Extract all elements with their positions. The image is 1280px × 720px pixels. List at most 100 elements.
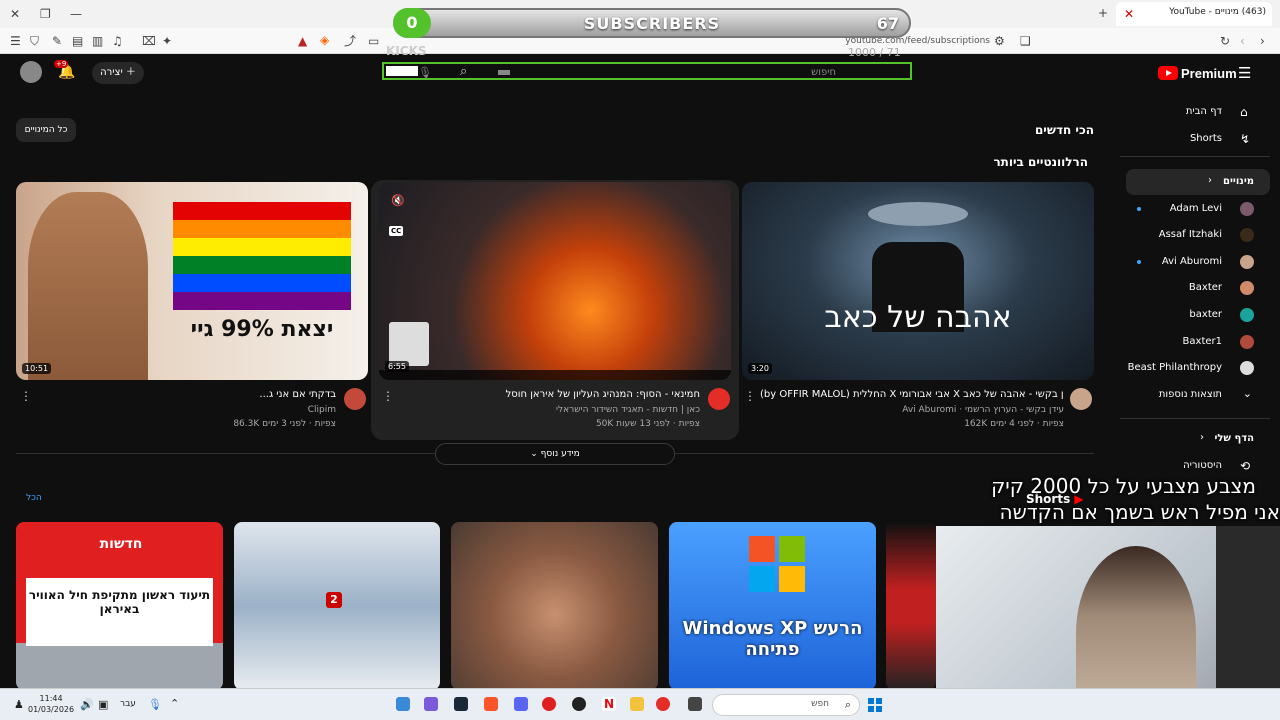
app-icon[interactable] xyxy=(424,697,438,711)
steam-icon[interactable] xyxy=(454,697,468,711)
short-thumbnail[interactable]: 2 xyxy=(234,522,440,690)
new-tab-icon[interactable]: + xyxy=(1098,7,1108,19)
tab-close-icon[interactable]: ✕ xyxy=(1124,8,1134,20)
sidebar-item-label: מינויים xyxy=(1223,176,1254,187)
language-indicator[interactable]: עבר xyxy=(120,699,136,709)
sidebar-item-home[interactable]: דף הבית ⌂ xyxy=(1120,99,1270,125)
all-subscriptions-chip[interactable]: כל המינויים xyxy=(16,118,76,142)
sidebar-sub-avi-aburomi[interactable]: Avi Aburomi xyxy=(1120,249,1270,275)
shield-icon[interactable]: ⛉ xyxy=(30,35,39,47)
sidebar-item-label: Baxter xyxy=(1188,282,1222,293)
taskbar-search[interactable]: חפש ⌕ xyxy=(712,694,860,716)
bookmark-icon[interactable]: ❑ xyxy=(1020,35,1031,47)
forward-icon[interactable]: › xyxy=(1260,35,1265,47)
sidebar-item-label: Beast Philanthropy xyxy=(1127,362,1222,373)
video-thumbnail[interactable]: 6:55 🔇 CC xyxy=(379,182,731,380)
screenshot-icon[interactable]: ⌧ xyxy=(142,35,156,47)
video-duration: 6:55 xyxy=(385,361,409,372)
menu-icon[interactable]: ☰ xyxy=(10,35,21,47)
sidebar-sub-assaf-itzhaki[interactable]: Assaf Itzhaki xyxy=(1120,222,1270,248)
subscriber-goal-bar: 0 SUBSCRIBERS 67 xyxy=(393,8,911,38)
pin-icon[interactable]: ✎ xyxy=(52,35,62,47)
cast-icon[interactable]: ▭ xyxy=(368,35,379,47)
kicks-label: KICKS xyxy=(386,44,427,58)
sidebar-item-shorts[interactable]: Shorts ↯ xyxy=(1120,126,1270,152)
sidebar-you-header[interactable]: הדף שלי › xyxy=(1120,426,1270,452)
site-settings-icon[interactable]: ⚙ xyxy=(994,35,1005,47)
chevron-right-icon: › xyxy=(1200,432,1204,443)
back-icon[interactable]: ‹ xyxy=(1240,35,1245,47)
minimize-window-icon[interactable]: — xyxy=(70,8,82,20)
aria-icon[interactable]: ▲ xyxy=(298,35,307,47)
app-icon[interactable] xyxy=(688,697,702,711)
app-icon[interactable] xyxy=(396,697,410,711)
channel-avatar xyxy=(1240,228,1254,242)
youtube-music-icon[interactable] xyxy=(542,697,556,711)
sidebar-icon[interactable]: ▥ xyxy=(92,35,103,47)
extensions-icon[interactable]: ✦ xyxy=(162,35,172,47)
share-icon[interactable]: ⤴ xyxy=(344,35,356,47)
view-all-link[interactable]: הכל xyxy=(26,493,42,503)
clock[interactable]: 11:44 01/03/2026 xyxy=(28,693,74,715)
network-icon[interactable]: ▣ xyxy=(98,698,108,711)
app-icon[interactable] xyxy=(656,697,670,711)
video-channel[interactable]: כאן | חדשות - תאגיד השידור הישראלי xyxy=(400,405,700,415)
search-input[interactable]: חיפוש xyxy=(790,67,836,78)
show-more-label: מידע נוסף xyxy=(540,449,580,459)
chevron-up-icon[interactable]: ⌃ xyxy=(170,697,179,710)
chevron-down-icon: ⌄ xyxy=(1242,387,1252,400)
youtube-logo[interactable]: Premium xyxy=(1158,64,1237,82)
mic-icon[interactable]: 🎙 xyxy=(418,66,432,79)
mic-icon[interactable]: 🎙 xyxy=(148,698,162,711)
create-button[interactable]: יצירה ＋ xyxy=(92,62,144,84)
reload-icon[interactable]: ↻ xyxy=(1220,35,1230,47)
sidebar-sub-baxter[interactable]: Baxter xyxy=(1120,275,1270,301)
notifications-button[interactable]: 🔔 +9 xyxy=(54,60,75,80)
close-window-icon[interactable]: ✕ xyxy=(10,8,20,20)
chatgpt-icon[interactable] xyxy=(572,697,586,711)
brave-icon[interactable] xyxy=(484,697,498,711)
short-thumbnail[interactable]: Windows XP הרעש פתיחה xyxy=(669,522,876,690)
music-icon[interactable]: ♫ xyxy=(112,35,123,47)
restore-window-icon[interactable]: ❐ xyxy=(40,8,51,20)
channel-avatar[interactable] xyxy=(344,388,366,410)
mute-icon[interactable]: 🔇 xyxy=(391,194,405,207)
search-icon[interactable]: ⌕ xyxy=(460,64,467,79)
channel-avatar[interactable] xyxy=(1070,388,1092,410)
sidebar-show-more[interactable]: תוצאות נוספות ⌄ xyxy=(1120,382,1270,408)
discord-icon[interactable] xyxy=(514,697,528,711)
more-options-icon[interactable]: ⋮ xyxy=(20,389,32,403)
more-options-icon[interactable]: ⋮ xyxy=(744,389,756,403)
avatar[interactable] xyxy=(20,61,42,83)
show-more-button[interactable]: ⌄ מידע נוסף xyxy=(435,443,675,465)
captions-icon[interactable]: CC xyxy=(389,226,404,236)
short-thumbnail[interactable] xyxy=(886,522,936,690)
sidebar-sub-baxter-2[interactable]: baxter xyxy=(1120,302,1270,328)
keyboard-icon[interactable] xyxy=(498,70,510,75)
browser-tab[interactable]: (463) מינויים - YouTube xyxy=(1116,2,1272,26)
windows-start-icon[interactable] xyxy=(868,698,882,712)
more-options-icon[interactable]: ⋮ xyxy=(382,389,394,403)
short-thumbnail[interactable]: חדשות תיעוד ראשון מתקיפת חיל האוויר באיר… xyxy=(16,522,223,690)
video-channel[interactable]: Avi Aburomi · עידן בקשי - הערוץ הרשמי xyxy=(760,405,1064,415)
hamburger-icon[interactable]: ☰ xyxy=(1238,64,1251,82)
video-channel[interactable]: Clipim xyxy=(40,405,336,415)
ufo-image xyxy=(868,202,968,226)
video-title[interactable]: חמינאי - הסוף: המנהיג העליון של איראן חו… xyxy=(400,389,700,400)
tabs-icon[interactable]: ▤ xyxy=(72,35,83,47)
channel-avatar[interactable] xyxy=(708,388,730,410)
video-thumbnail[interactable]: יצאת 99% גיי 10:51 xyxy=(16,182,368,380)
sidebar-subscriptions-header[interactable]: מינויים › xyxy=(1126,169,1270,195)
video-title[interactable]: ...בדקתי אם אני ג xyxy=(40,389,336,400)
sidebar-sub-baxter1[interactable]: Baxter1 xyxy=(1120,329,1270,355)
notification-center-icon[interactable]: ♟ xyxy=(14,698,24,711)
video-title[interactable]: (by OFFIR MALOL) החללית X אבי אבורומי X … xyxy=(760,389,1064,400)
volume-icon[interactable]: 🔊 xyxy=(80,698,94,711)
video-thumbnail[interactable]: אהבה של כאב 3:20 xyxy=(742,182,1094,380)
file-explorer-icon[interactable] xyxy=(630,697,644,711)
short-thumbnail[interactable] xyxy=(451,522,658,690)
brave-shield-icon[interactable]: ◈ xyxy=(320,34,329,46)
netflix-icon[interactable]: N xyxy=(602,697,616,711)
sidebar-sub-adam-levi[interactable]: Adam Levi xyxy=(1120,196,1270,222)
sidebar-sub-beast-philanthropy[interactable]: Beast Philanthropy xyxy=(1120,355,1270,381)
